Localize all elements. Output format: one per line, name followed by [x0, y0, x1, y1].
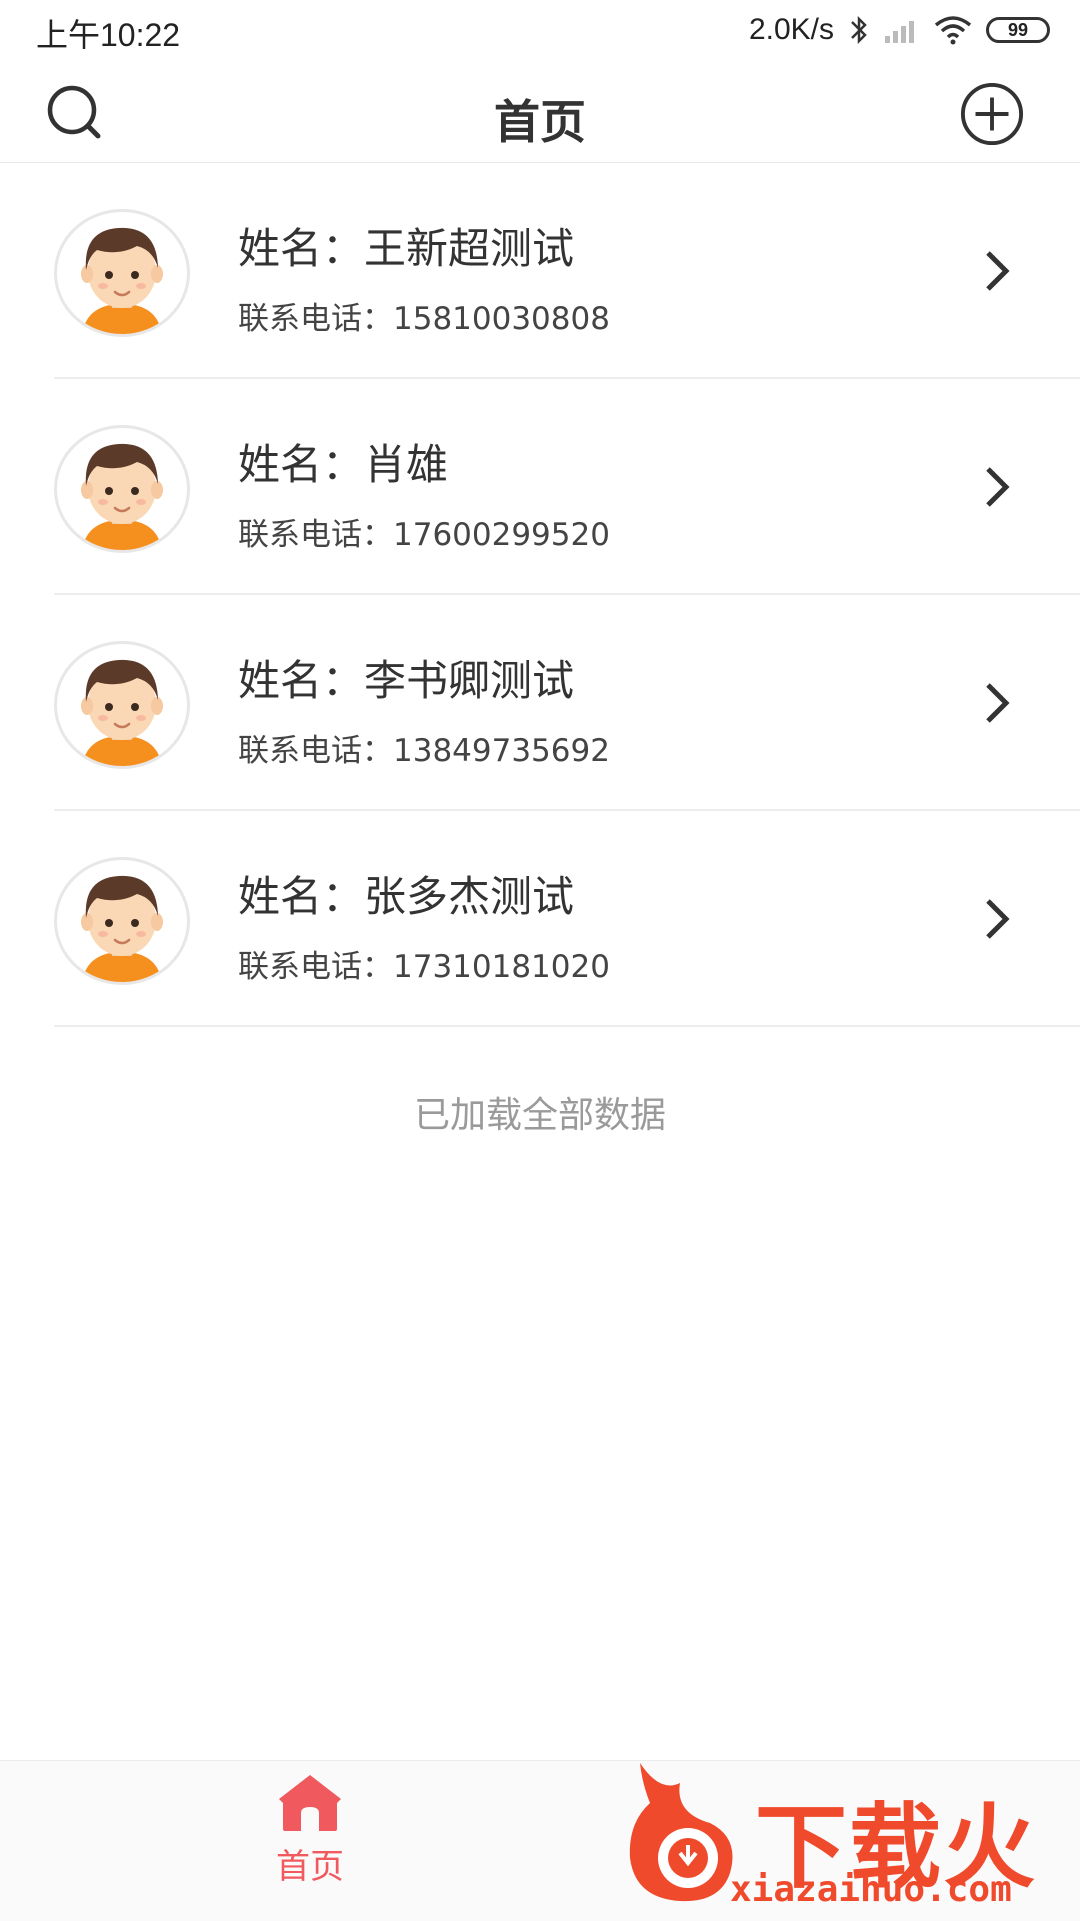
- status-bar: 上午10:22 2.0K/s 99: [0, 0, 1080, 62]
- bottom-tab-bar: 首页 下载火 xiazaihuo.com: [0, 1760, 1080, 1921]
- wifi-icon: [934, 16, 972, 45]
- net-speed: 2.0K/s: [748, 13, 834, 46]
- contact-row[interactable]: 姓名：李书卿测试 联系电话：13849735692: [0, 595, 1080, 811]
- list-end-message: 已加载全部数据: [413, 1095, 666, 1136]
- watermark-url: xiazaihuo.com: [730, 1869, 1012, 1910]
- contact-phone: 联系电话：17600299520: [238, 517, 610, 553]
- contact-name: 姓名：张多杰测试: [238, 872, 575, 921]
- add-circle-icon: [960, 82, 1024, 146]
- chevron-right-icon: [986, 467, 1010, 507]
- status-indicators: 2.0K/s 99: [749, 10, 1050, 50]
- contact-name: 姓名：肖雄: [238, 440, 449, 489]
- avatar: [54, 857, 190, 985]
- contact-name: 姓名：王新超测试: [238, 224, 575, 273]
- signal-icon: [885, 21, 914, 43]
- chevron-right-icon: [986, 683, 1010, 723]
- avatar: [54, 425, 190, 553]
- contact-phone: 联系电话：17310181020: [238, 949, 610, 985]
- contact-phone: 联系电话：13849735692: [238, 733, 610, 769]
- bluetooth-icon: [851, 15, 867, 45]
- battery-indicator: 99: [986, 17, 1050, 43]
- contact-list: 姓名：王新超测试 联系电话：15810030808 姓名：肖雄 联系电话：176…: [0, 163, 1080, 1027]
- avatar: [54, 209, 190, 337]
- divider: [54, 1025, 1080, 1027]
- chevron-right-icon: [986, 251, 1010, 291]
- contact-row[interactable]: 姓名：王新超测试 联系电话：15810030808: [0, 163, 1080, 379]
- contact-name: 姓名：李书卿测试: [238, 656, 575, 705]
- contact-row[interactable]: 姓名：肖雄 联系电话：17600299520: [0, 379, 1080, 595]
- contact-phone: 联系电话：15810030808: [238, 301, 610, 337]
- home-icon: [279, 1775, 341, 1831]
- status-time: 上午10:22: [36, 17, 181, 53]
- watermark: 下载火 xiazaihuo.com: [629, 1753, 1070, 1913]
- tab-home[interactable]: 首页: [250, 1773, 370, 1913]
- contact-row[interactable]: 姓名：张多杰测试 联系电话：17310181020: [0, 811, 1080, 1027]
- chevron-right-icon: [986, 899, 1010, 939]
- add-button[interactable]: [960, 82, 1024, 146]
- page-title: 首页: [494, 95, 586, 149]
- app-header: 首页: [0, 62, 1080, 163]
- battery-level: 99: [1007, 19, 1029, 40]
- tab-home-label: 首页: [276, 1847, 344, 1887]
- avatar: [54, 641, 190, 769]
